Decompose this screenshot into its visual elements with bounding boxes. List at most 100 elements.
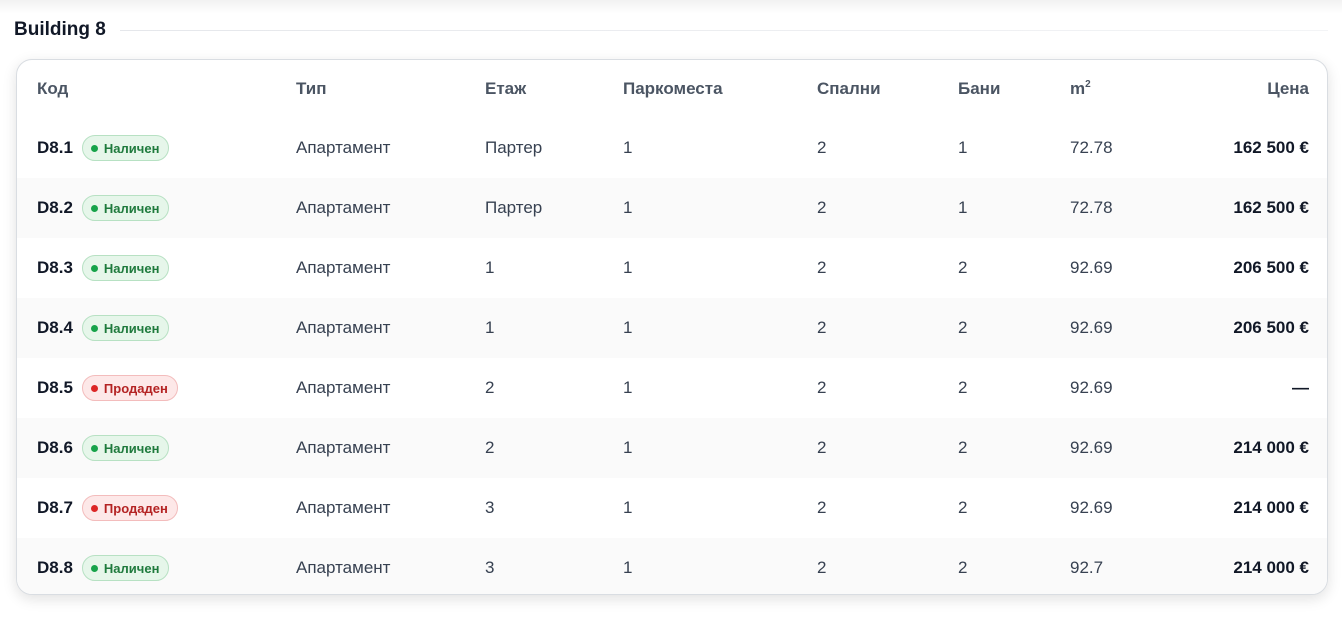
price-value: — bbox=[1292, 378, 1309, 397]
price-value: 206 500 € bbox=[1233, 258, 1309, 277]
top-shadow bbox=[0, 0, 1342, 14]
section-divider bbox=[119, 29, 1328, 31]
cell-price: 162 500 € bbox=[1233, 178, 1309, 238]
table-row[interactable]: D8.8 Наличен Апартамент 3 1 2 2 92.7 214 000 € bbox=[17, 538, 1327, 594]
header-code[interactable]: Код bbox=[37, 60, 68, 118]
status-badge: Продаден bbox=[81, 495, 178, 521]
cell-area: 72.78 bbox=[1070, 198, 1113, 217]
price-value: 214 000 € bbox=[1233, 498, 1309, 517]
cell-bathrooms: 2 bbox=[958, 438, 968, 457]
cell-parking: 1 bbox=[623, 378, 633, 397]
status-badge: Наличен bbox=[81, 195, 170, 221]
header-bathrooms[interactable]: Бани bbox=[958, 60, 1000, 118]
cell-price: 206 500 € bbox=[1233, 238, 1309, 298]
cell-parking: 1 bbox=[623, 258, 633, 277]
status-dot-icon bbox=[90, 264, 98, 272]
cell-price: 206 500 € bbox=[1233, 298, 1309, 358]
status-dot-icon bbox=[90, 204, 98, 212]
cell-type: Апартамент bbox=[296, 438, 391, 457]
cell-type: Апартамент bbox=[296, 558, 391, 577]
units-table: Код Тип Етаж Паркоместа Спални Бани m2 Ц… bbox=[16, 59, 1328, 595]
cell-type: Апартамент bbox=[296, 498, 391, 517]
status-label: Продаден bbox=[103, 380, 168, 396]
status-badge: Наличен bbox=[81, 135, 170, 161]
cell-bathrooms: 2 bbox=[958, 378, 968, 397]
status-label: Наличен bbox=[103, 320, 160, 336]
cell-parking: 1 bbox=[623, 138, 633, 157]
table-row[interactable]: D8.7 Продаден Апартамент 3 1 2 2 92.69 214 000 € bbox=[17, 478, 1327, 538]
unit-code: D8.3 bbox=[37, 258, 73, 277]
unit-code: D8.2 bbox=[37, 198, 73, 217]
cell-parking: 1 bbox=[623, 438, 633, 457]
cell-area: 92.69 bbox=[1070, 498, 1113, 517]
table-row[interactable]: D8.3 Наличен Апартамент 1 1 2 2 92.69 206 500 € bbox=[17, 238, 1327, 298]
cell-area: 92.69 bbox=[1070, 378, 1113, 397]
cell-bedrooms: 2 bbox=[817, 438, 827, 457]
cell-bathrooms: 2 bbox=[958, 558, 968, 577]
status-label: Наличен bbox=[103, 200, 160, 216]
cell-price: 214 000 € bbox=[1233, 538, 1309, 594]
unit-code: D8.4 bbox=[37, 318, 73, 337]
header-price[interactable]: Цена bbox=[1267, 60, 1309, 118]
status-badge: Наличен bbox=[81, 255, 170, 281]
header-parking[interactable]: Паркоместа bbox=[623, 60, 723, 118]
status-label: Наличен bbox=[103, 440, 160, 456]
cell-bedrooms: 2 bbox=[817, 558, 827, 577]
cell-code: D8.2 Наличен bbox=[37, 178, 170, 238]
cell-floor: Партер bbox=[485, 138, 543, 157]
table-row[interactable]: D8.4 Наличен Апартамент 1 1 2 2 92.69 206 500 € bbox=[17, 298, 1327, 358]
cell-bedrooms: 2 bbox=[817, 198, 827, 217]
cell-bathrooms: 2 bbox=[958, 258, 968, 277]
cell-code: D8.4 Наличен bbox=[37, 298, 170, 358]
cell-floor: 3 bbox=[485, 558, 495, 577]
cell-price: 162 500 € bbox=[1233, 118, 1309, 178]
cell-bathrooms: 2 bbox=[958, 318, 968, 337]
table-row[interactable]: D8.5 Продаден Апартамент 2 1 2 2 92.69 — bbox=[17, 358, 1327, 418]
unit-code: D8.1 bbox=[37, 138, 73, 157]
cell-floor: 3 bbox=[485, 498, 495, 517]
price-value: 162 500 € bbox=[1233, 138, 1309, 157]
header-type[interactable]: Тип bbox=[296, 60, 326, 118]
status-label: Наличен bbox=[103, 560, 160, 576]
status-dot-icon bbox=[90, 564, 98, 572]
cell-bedrooms: 2 bbox=[817, 258, 827, 277]
table-row[interactable]: D8.2 Наличен Апартамент Партер 1 2 1 72.78 162 5… bbox=[17, 178, 1327, 238]
cell-type: Апартамент bbox=[296, 138, 391, 157]
cell-code: D8.6 Наличен bbox=[37, 418, 170, 478]
status-label: Наличен bbox=[103, 140, 160, 156]
cell-code: D8.8 Наличен bbox=[37, 538, 170, 594]
status-badge: Продаден bbox=[81, 375, 178, 401]
cell-bedrooms: 2 bbox=[817, 378, 827, 397]
cell-parking: 1 bbox=[623, 198, 633, 217]
header-area-unit: m bbox=[1070, 79, 1086, 98]
table-row[interactable]: D8.6 Наличен Апартамент 2 1 2 2 92.69 214 000 € bbox=[17, 418, 1327, 478]
header-area[interactable]: m2 bbox=[1070, 60, 1091, 118]
header-floor[interactable]: Етаж bbox=[485, 60, 526, 118]
cell-bathrooms: 1 bbox=[958, 138, 968, 157]
cell-area: 92.69 bbox=[1070, 258, 1113, 277]
unit-code: D8.7 bbox=[37, 498, 73, 517]
cell-type: Апартамент bbox=[296, 198, 391, 217]
section-title: Building 8 bbox=[14, 19, 106, 40]
cell-bedrooms: 2 bbox=[817, 498, 827, 517]
cell-area: 72.78 bbox=[1070, 138, 1113, 157]
cell-price: 214 000 € bbox=[1233, 478, 1309, 538]
table-header-row: Код Тип Етаж Паркоместа Спални Бани m2 Ц… bbox=[17, 60, 1327, 120]
cell-bedrooms: 2 bbox=[817, 138, 827, 157]
status-dot-icon bbox=[90, 144, 98, 152]
cell-type: Апартамент bbox=[296, 378, 391, 397]
unit-code: D8.8 bbox=[37, 558, 73, 577]
cell-code: D8.1 Наличен bbox=[37, 118, 170, 178]
header-bedrooms[interactable]: Спални bbox=[817, 60, 881, 118]
status-badge: Наличен bbox=[81, 315, 170, 341]
cell-code: D8.7 Продаден bbox=[37, 478, 178, 538]
price-value: 214 000 € bbox=[1233, 438, 1309, 457]
cell-floor: 1 bbox=[485, 258, 495, 277]
cell-area: 92.69 bbox=[1070, 438, 1113, 457]
cell-type: Апартамент bbox=[296, 318, 391, 337]
status-label: Наличен bbox=[103, 260, 160, 276]
status-dot-icon bbox=[90, 444, 98, 452]
section-header: Building 8 bbox=[14, 16, 1328, 44]
table-row[interactable]: D8.1 Наличен Апартамент Партер 1 2 1 72.78 162 5… bbox=[17, 118, 1327, 178]
price-value: 162 500 € bbox=[1233, 198, 1309, 217]
